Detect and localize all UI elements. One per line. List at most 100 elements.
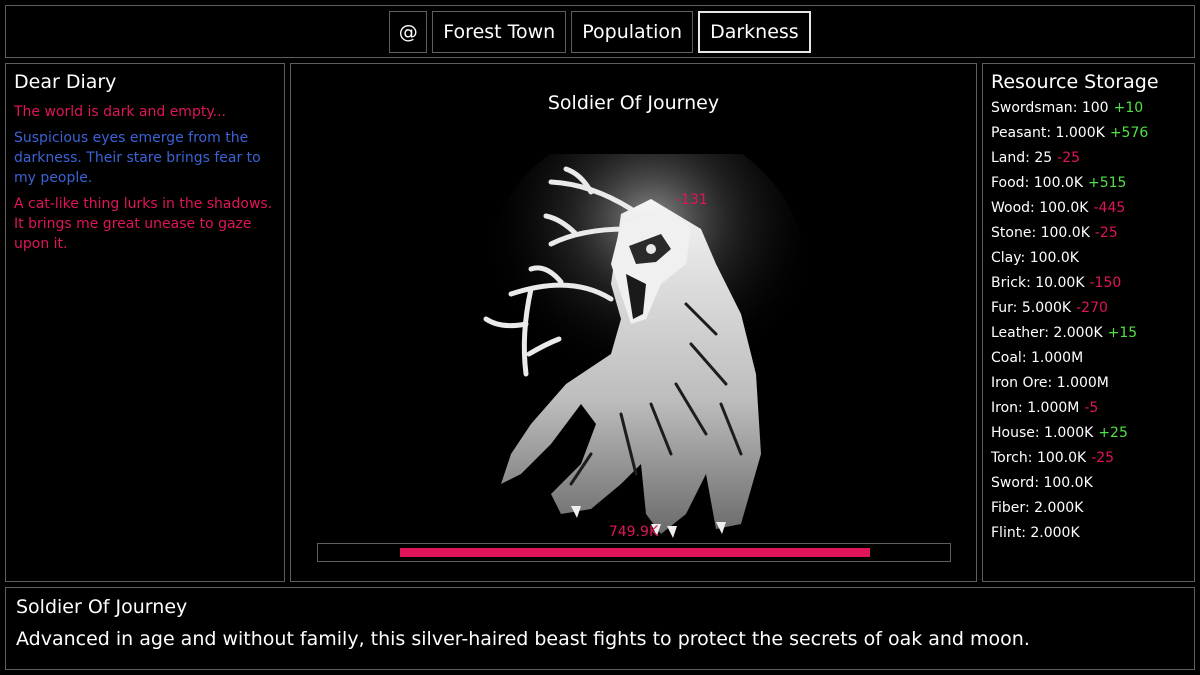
resource-name: Food [991, 175, 1025, 191]
resource-name: Fur [991, 300, 1013, 316]
resource-delta: -270 [1076, 300, 1108, 316]
resource-row: Swordsman: 100 +10 [991, 96, 1186, 121]
resource-amount: 2.000K [1034, 500, 1084, 516]
resource-row: Leather: 2.000K +15 [991, 321, 1186, 346]
wolf-beast-icon[interactable]: -131 [471, 154, 801, 554]
resource-amount: 100.0K [1039, 200, 1089, 216]
resource-separator: : [1020, 250, 1030, 266]
resource-name: Clay [991, 250, 1021, 266]
resource-row: Fiber: 2.000K [991, 496, 1186, 521]
resource-row: Sword: 100.0K [991, 471, 1186, 496]
resource-name: House [991, 425, 1035, 441]
resource-row: Clay: 100.0K [991, 246, 1186, 271]
resource-name: Sword [991, 475, 1035, 491]
enemy-hp-label: 749.9K [608, 524, 659, 540]
resource-amount: 1.000M [1056, 375, 1109, 391]
damage-popup: -131 [676, 192, 708, 208]
diary-entry: A cat-like thing lurks in the shadows. I… [14, 196, 273, 252]
resource-row: Peasant: 1.000K +576 [991, 121, 1186, 146]
resource-row: Wood: 100.0K -445 [991, 196, 1186, 221]
resource-name: Land [991, 150, 1026, 166]
resource-separator: : [1034, 425, 1045, 441]
resources-title: Resource Storage [991, 71, 1159, 93]
resource-separator: : [1047, 375, 1057, 391]
resource-name: Leather [991, 325, 1045, 341]
resource-amount: 1.000M [1030, 350, 1084, 366]
info-description: Advanced in age and without family, this… [16, 628, 1030, 650]
diary-panel: Dear Diary The world is dark and empty..… [5, 63, 285, 582]
resource-storage-panel: Resource Storage Swordsman: 100 +10 Peasan… [982, 63, 1195, 582]
resource-delta: +10 [1113, 100, 1144, 116]
diary-entry: Suspicious eyes emerge from the darkness… [14, 130, 261, 186]
resource-name: Torch [991, 450, 1028, 466]
resource-separator: : [1021, 350, 1031, 366]
resource-delta: -25 [1091, 450, 1115, 466]
resource-amount: 25 [1034, 150, 1053, 166]
resource-amount: 100.0K [1040, 225, 1090, 241]
resource-separator: : [1027, 450, 1037, 466]
resource-row: Coal: 1.000M [991, 346, 1186, 371]
battle-panel: Soldier Of Journey -131 749.9K [290, 63, 977, 582]
resource-delta: -25 [1057, 150, 1081, 166]
resource-delta: -25 [1094, 225, 1118, 241]
resource-name: Fiber [991, 500, 1025, 516]
resource-amount: 1.000K [1044, 425, 1094, 441]
resource-row: Stone: 100.0K -25 [991, 221, 1186, 246]
info-panel: Soldier Of Journey Advanced in age and w… [5, 587, 1195, 670]
resource-list: Swordsman: 100 +10 Peasant: 1.000K +576 Land… [991, 96, 1186, 546]
resource-name: Swordsman [991, 100, 1073, 116]
resource-separator: : [1025, 150, 1035, 166]
resource-name: Iron [991, 400, 1019, 416]
resource-separator: : [1026, 275, 1036, 291]
resource-delta: -5 [1084, 400, 1099, 416]
resource-name: Wood [991, 200, 1031, 216]
resource-name: Peasant [991, 125, 1047, 141]
tab-population[interactable]: Population [571, 11, 694, 53]
tab-darkness[interactable]: Darkness [698, 11, 811, 53]
diary-entry: The world is dark and empty... [14, 104, 226, 120]
resource-amount: 5.000K [1021, 300, 1072, 316]
resource-row: Flint: 2.000K [991, 521, 1186, 546]
resource-row: Iron: 1.000M -5 [991, 396, 1186, 421]
resource-separator: : [1046, 125, 1056, 141]
resource-name: Brick [991, 275, 1027, 291]
enemy-name: Soldier Of Journey [547, 92, 720, 114]
resource-name: Iron Ore [991, 375, 1048, 391]
resource-amount: 100.0K [1029, 250, 1079, 266]
resource-delta: -445 [1093, 200, 1126, 216]
resource-name: Coal [991, 350, 1022, 366]
resource-amount: 100 [1081, 100, 1109, 116]
enemy-hp-bar [317, 543, 951, 562]
resource-name: Stone [991, 225, 1032, 241]
resource-amount: 100.0K [1043, 475, 1093, 491]
tab-list: @ Forest Town Population Darkness [6, 11, 1194, 53]
diary-title: Dear Diary [14, 71, 117, 93]
resource-separator: : [1031, 225, 1041, 241]
info-title: Soldier Of Journey [16, 596, 188, 618]
resource-row: House: 1.000K +25 [991, 421, 1186, 446]
resource-delta: +515 [1088, 175, 1127, 191]
resource-delta: +15 [1107, 325, 1138, 341]
resource-delta: -150 [1089, 275, 1122, 291]
resource-separator: : [1024, 175, 1034, 191]
resource-amount: 100.0K [1036, 450, 1087, 466]
resource-row: Iron Ore: 1.000M [991, 371, 1186, 396]
enemy-hp-fill [400, 548, 870, 557]
resource-amount: 2.000K [1030, 525, 1080, 541]
resource-separator: : [1030, 200, 1040, 216]
resource-name: Flint [991, 525, 1022, 541]
resource-row: Land: 25 -25 [991, 146, 1186, 171]
top-nav-bar: @ Forest Town Population Darkness [5, 5, 1195, 58]
resource-separator: : [1018, 400, 1028, 416]
resource-separator: : [1012, 300, 1022, 316]
resource-amount: 10.00K [1035, 275, 1085, 291]
resource-delta: +25 [1098, 425, 1128, 441]
resource-row: Brick: 10.00K -150 [991, 271, 1186, 296]
resource-separator: : [1072, 100, 1082, 116]
tab-home[interactable]: @ [389, 11, 428, 53]
tab-forest-town[interactable]: Forest Town [432, 11, 567, 53]
resource-separator: : [1021, 525, 1031, 541]
resource-separator: : [1024, 500, 1035, 516]
resource-row: Food: 100.0K +515 [991, 171, 1186, 196]
resource-amount: 1.000K [1055, 125, 1105, 141]
